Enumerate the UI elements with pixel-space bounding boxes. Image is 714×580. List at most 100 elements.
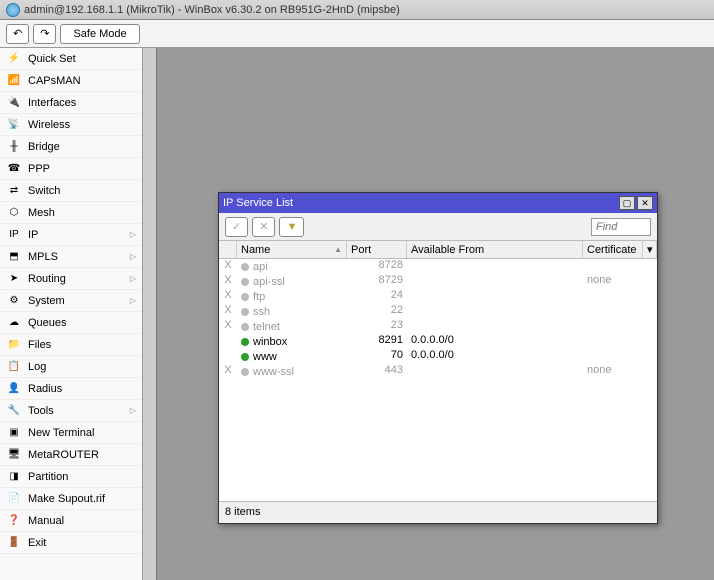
service-row-ftp[interactable]: Xftp24 bbox=[219, 289, 657, 304]
sidebar-item-label: Exit bbox=[28, 537, 46, 549]
sidebar-item-label: MPLS bbox=[28, 251, 58, 263]
sidebar-item-system[interactable]: ⚙System▷ bbox=[0, 290, 142, 312]
col-certificate[interactable]: Certificate bbox=[583, 241, 643, 258]
close-button[interactable]: ✕ bbox=[637, 196, 653, 210]
filter-button[interactable]: ▼ bbox=[279, 217, 304, 237]
row-port: 443 bbox=[347, 364, 407, 379]
app-icon bbox=[6, 3, 20, 17]
toolbar: ↶ ↷ Safe Mode bbox=[0, 20, 714, 48]
sidebar-item-new-terminal[interactable]: ▣New Terminal bbox=[0, 422, 142, 444]
sidebar-item-label: PPP bbox=[28, 163, 50, 175]
menu-icon: ▣ bbox=[6, 425, 22, 441]
minimize-button[interactable]: ▢ bbox=[619, 196, 635, 210]
sidebar-item-ip[interactable]: IPIP▷ bbox=[0, 224, 142, 246]
sidebar-item-radius[interactable]: 👤Radius bbox=[0, 378, 142, 400]
sidebar-item-partition[interactable]: ◨Partition bbox=[0, 466, 142, 488]
row-certificate bbox=[583, 304, 657, 319]
sidebar-item-quick-set[interactable]: ⚡Quick Set bbox=[0, 48, 142, 70]
service-row-www[interactable]: www700.0.0.0/0 bbox=[219, 349, 657, 364]
service-row-winbox[interactable]: winbox82910.0.0.0/0 bbox=[219, 334, 657, 349]
menu-icon: ◨ bbox=[6, 469, 22, 485]
menu-icon: 📡 bbox=[6, 117, 22, 133]
ip-service-list-window: IP Service List ▢ ✕ ✓ ✕ ▼ Name▲ Port Ava… bbox=[218, 192, 658, 524]
sidebar-item-label: IP bbox=[28, 229, 38, 241]
menu-icon: ⬒ bbox=[6, 249, 22, 265]
sidebar-item-label: System bbox=[28, 295, 65, 307]
sidebar-item-log[interactable]: 📋Log bbox=[0, 356, 142, 378]
sidebar-item-queues[interactable]: ☁Queues bbox=[0, 312, 142, 334]
sidebar-item-manual[interactable]: ❓Manual bbox=[0, 510, 142, 532]
row-name: www-ssl bbox=[237, 364, 347, 379]
col-name[interactable]: Name▲ bbox=[237, 241, 347, 258]
sidebar-item-metarouter[interactable]: 🖥MetaROUTER bbox=[0, 444, 142, 466]
window-titlebar[interactable]: IP Service List ▢ ✕ bbox=[219, 193, 657, 213]
find-input[interactable] bbox=[591, 218, 651, 236]
grid-header[interactable]: Name▲ Port Available From Certificate ▾ bbox=[219, 241, 657, 259]
sidebar-item-routing[interactable]: ➤Routing▷ bbox=[0, 268, 142, 290]
service-row-api-ssl[interactable]: Xapi-ssl8729none bbox=[219, 274, 657, 289]
sidebar-item-interfaces[interactable]: 🔌Interfaces bbox=[0, 92, 142, 114]
sidebar-item-capsman[interactable]: 📶CAPsMAN bbox=[0, 70, 142, 92]
row-certificate bbox=[583, 349, 657, 364]
sidebar-item-label: Manual bbox=[28, 515, 64, 527]
row-port: 8728 bbox=[347, 259, 407, 274]
row-name: telnet bbox=[237, 319, 347, 334]
row-flag bbox=[219, 349, 237, 364]
window-title-text: IP Service List bbox=[223, 197, 293, 209]
service-row-www-ssl[interactable]: Xwww-ssl443none bbox=[219, 364, 657, 379]
col-port[interactable]: Port bbox=[347, 241, 407, 258]
sidebar-item-switch[interactable]: ⇄Switch bbox=[0, 180, 142, 202]
sidebar-item-make-supout-rif[interactable]: 📄Make Supout.rif bbox=[0, 488, 142, 510]
row-available bbox=[407, 259, 583, 274]
row-certificate bbox=[583, 259, 657, 274]
menu-icon: 🚪 bbox=[6, 535, 22, 551]
window-title: admin@192.168.1.1 (MikroTik) - WinBox v6… bbox=[24, 0, 400, 20]
window-toolbar: ✓ ✕ ▼ bbox=[219, 213, 657, 241]
sidebar-item-bridge[interactable]: ╫ Bridge bbox=[0, 136, 142, 158]
status-text: 8 items bbox=[225, 506, 260, 518]
row-port: 23 bbox=[347, 319, 407, 334]
sidebar-item-label: Bridge bbox=[28, 141, 60, 153]
safe-mode-button[interactable]: Safe Mode bbox=[60, 24, 139, 44]
row-port: 24 bbox=[347, 289, 407, 304]
workspace-tab[interactable] bbox=[143, 48, 157, 580]
service-row-telnet[interactable]: Xtelnet23 bbox=[219, 319, 657, 334]
service-row-ssh[interactable]: Xssh22 bbox=[219, 304, 657, 319]
col-menu[interactable]: ▾ bbox=[643, 241, 657, 258]
status-dot-icon bbox=[241, 338, 249, 346]
sidebar-item-files[interactable]: 📁Files bbox=[0, 334, 142, 356]
menu-icon: 📄 bbox=[6, 491, 22, 507]
row-flag bbox=[219, 334, 237, 349]
service-row-api[interactable]: Xapi8728 bbox=[219, 259, 657, 274]
sidebar-item-tools[interactable]: 🔧Tools▷ bbox=[0, 400, 142, 422]
menu-icon: ╫ bbox=[6, 139, 22, 155]
undo-button[interactable]: ↶ bbox=[6, 24, 29, 44]
row-available: 0.0.0.0/0 bbox=[407, 349, 583, 364]
row-flag: X bbox=[219, 304, 237, 319]
sidebar-item-mpls[interactable]: ⬒ MPLS ▷ bbox=[0, 246, 142, 268]
enable-button[interactable]: ✓ bbox=[225, 217, 248, 237]
row-port: 70 bbox=[347, 349, 407, 364]
sidebar-item-wireless[interactable]: 📡Wireless bbox=[0, 114, 142, 136]
disable-button[interactable]: ✕ bbox=[252, 217, 275, 237]
submenu-arrow-icon: ▷ bbox=[130, 230, 136, 239]
col-available[interactable]: Available From bbox=[407, 241, 583, 258]
submenu-arrow-icon: ▷ bbox=[130, 296, 136, 305]
titlebar: admin@192.168.1.1 (MikroTik) - WinBox v6… bbox=[0, 0, 714, 20]
redo-button[interactable]: ↷ bbox=[33, 24, 56, 44]
status-dot-icon bbox=[241, 353, 249, 361]
col-flag[interactable] bbox=[219, 241, 237, 258]
row-name: api-ssl bbox=[237, 274, 347, 289]
row-certificate bbox=[583, 319, 657, 334]
menu-icon: ☎ bbox=[6, 161, 22, 177]
menu-icon: ➤ bbox=[6, 271, 22, 287]
sidebar-item-mesh[interactable]: ⬡Mesh bbox=[0, 202, 142, 224]
sidebar-item-ppp[interactable]: ☎ PPP bbox=[0, 158, 142, 180]
sidebar-item-exit[interactable]: 🚪 Exit bbox=[0, 532, 142, 554]
row-certificate bbox=[583, 289, 657, 304]
status-bar: 8 items bbox=[219, 501, 657, 521]
sidebar-item-label: Mesh bbox=[28, 207, 55, 219]
submenu-arrow-icon: ▷ bbox=[130, 252, 136, 261]
submenu-arrow-icon: ▷ bbox=[130, 406, 136, 415]
row-available: 0.0.0.0/0 bbox=[407, 334, 583, 349]
